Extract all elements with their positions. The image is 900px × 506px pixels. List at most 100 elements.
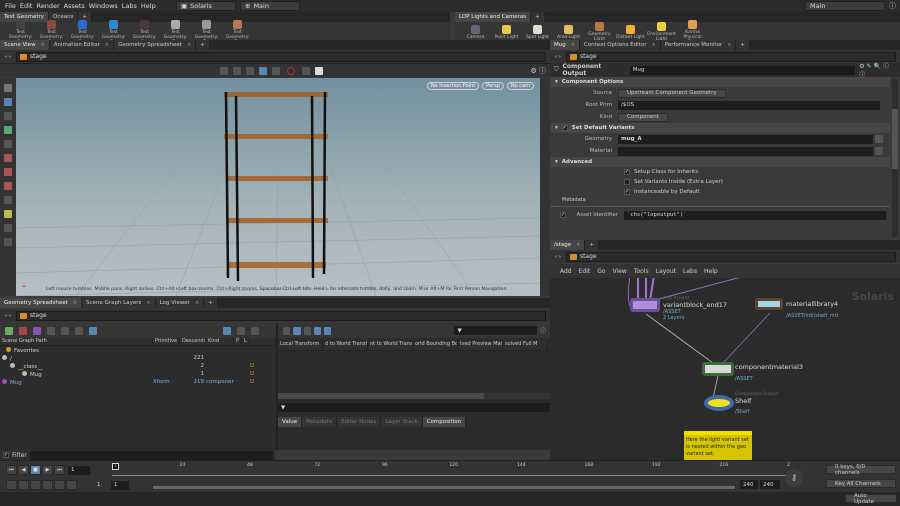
activate-icon[interactable]: ⏻: [250, 371, 254, 378]
network-menu-item[interactable]: Go: [597, 268, 605, 275]
context-select[interactable]: ⊕ Main: [240, 1, 300, 11]
details-tab[interactable]: Layer Stack: [381, 417, 423, 427]
details-tab[interactable]: Value: [278, 417, 303, 427]
network-menu-item[interactable]: Help: [704, 268, 718, 275]
go-start-icon[interactable]: ⏮: [6, 465, 17, 475]
tab-scene-graph-layers[interactable]: Scene Graph Layers ×: [82, 298, 156, 308]
help-icon[interactable]: ⓘ: [540, 326, 546, 335]
tab-geometry-spreadsheet[interactable]: Geometry Spreadsheet ×: [114, 40, 197, 50]
shelf-tool[interactable]: Geometry Light: [584, 22, 615, 42]
close-icon[interactable]: ×: [571, 42, 575, 48]
list-icon[interactable]: [313, 326, 322, 335]
snapshot-icon[interactable]: [315, 66, 323, 75]
details-filter-input[interactable]: ▼: [454, 326, 538, 335]
col-path[interactable]: Scene Graph Path: [0, 338, 153, 345]
stop-icon[interactable]: ■: [30, 465, 41, 475]
tool-icon[interactable]: [4, 210, 12, 218]
network-menu-item[interactable]: Layout: [656, 268, 676, 275]
details-column[interactable]: lved Preview Mat: [458, 341, 503, 350]
add-shelf-tab-icon[interactable]: +: [531, 12, 545, 22]
transform-tool-icon[interactable]: [246, 66, 254, 75]
details-tab[interactable]: Editor Nodes: [337, 417, 382, 427]
add-tab-icon[interactable]: +: [585, 240, 599, 250]
help-icon[interactable]: [251, 326, 259, 335]
details-column[interactable]: nt to World Trans: [368, 341, 413, 350]
variants-inside-checkbox[interactable]: [624, 179, 630, 185]
info-icon[interactable]: [61, 326, 69, 335]
col-descendants[interactable]: Descenda: [180, 338, 206, 345]
network-editor[interactable]: Solaris Add Variant variantblock_end17/AS…: [550, 278, 900, 460]
start-frame-input[interactable]: 1: [94, 480, 110, 490]
menu-windows[interactable]: Windows: [87, 2, 120, 10]
sliders-icon[interactable]: [47, 326, 55, 335]
menu-render[interactable]: Render: [34, 2, 61, 10]
lock-icon[interactable]: [4, 98, 12, 106]
tab-geometry-spreadsheet[interactable]: Geometry Spreadsheet ×: [0, 298, 83, 308]
shading-icon[interactable]: [259, 66, 267, 75]
auto-update-menu[interactable]: Auto Update: [845, 493, 897, 505]
back-icon[interactable]: ◂ ▸: [554, 53, 562, 60]
details-tab[interactable]: Metadata: [302, 417, 338, 427]
col-l[interactable]: L: [242, 338, 250, 345]
col-p[interactable]: P: [234, 338, 242, 345]
node-name-input[interactable]: Mug: [629, 65, 856, 75]
key-icon[interactable]: ⚷: [785, 469, 803, 487]
camera-menu[interactable]: No cam: [506, 82, 534, 90]
range-slider[interactable]: [153, 486, 735, 489]
add-tab-icon[interactable]: +: [196, 40, 210, 50]
grid-icon[interactable]: [324, 326, 332, 335]
chevron-down-icon[interactable]: [875, 147, 883, 155]
details-column[interactable]: orld Bounding Bo: [413, 341, 458, 350]
tab-mug[interactable]: Mug ×: [550, 40, 580, 50]
close-icon[interactable]: ×: [146, 300, 150, 306]
tool-icon[interactable]: [4, 126, 12, 134]
tool-icon[interactable]: [33, 326, 41, 335]
tree-row[interactable]: Favorites: [0, 346, 276, 354]
close-icon[interactable]: ×: [105, 42, 109, 48]
pin-icon[interactable]: [223, 326, 231, 335]
right-context-select[interactable]: Main: [805, 1, 885, 11]
network-menu-item[interactable]: Add: [560, 268, 572, 275]
go-end-icon[interactable]: ⏭: [54, 465, 65, 475]
tool-icon[interactable]: [4, 196, 12, 204]
close-icon[interactable]: ×: [576, 242, 580, 248]
gear-icon[interactable]: ⚙ ⓘ: [530, 66, 546, 76]
shelf-tool[interactable]: Spot Light: [522, 24, 553, 40]
menu-assets[interactable]: Assets: [62, 2, 87, 10]
network-menu-item[interactable]: View: [613, 268, 627, 275]
details-tab[interactable]: Composition: [422, 417, 467, 427]
menu-edit[interactable]: Edit: [18, 2, 35, 10]
desktop-select[interactable]: ▣ Solaris: [176, 1, 236, 11]
tab-log-viewer[interactable]: Log Viewer ×: [155, 298, 205, 308]
section-advanced[interactable]: ▾ Advanced: [550, 157, 890, 167]
key-all-channels-menu[interactable]: Key All Channels: [826, 479, 896, 488]
insertion-point-menu[interactable]: No Insertion Point: [426, 82, 480, 90]
node-componentmaterial[interactable]: [702, 362, 734, 376]
filter-input[interactable]: [29, 450, 273, 460]
tool-icon[interactable]: [66, 480, 77, 490]
end-frame-input[interactable]: 240: [740, 480, 758, 489]
network-menu-item[interactable]: Labs: [683, 268, 697, 275]
filter-checkbox[interactable]: ✓: [3, 452, 9, 458]
tool-icon[interactable]: [54, 480, 65, 490]
close-icon[interactable]: ×: [651, 42, 655, 48]
network-menu-item[interactable]: Edit: [579, 268, 591, 275]
details-column[interactable]: solved Full M: [503, 341, 548, 350]
path-field[interactable]: stage: [565, 251, 896, 262]
setup-class-checkbox[interactable]: ✓: [624, 169, 630, 175]
back-icon[interactable]: ◂ ▸: [4, 312, 12, 319]
frame-input[interactable]: 1: [68, 465, 90, 475]
tab-stage[interactable]: /stage ×: [550, 240, 586, 250]
tool-icon[interactable]: [6, 480, 17, 490]
persp-menu[interactable]: Persp: [482, 82, 504, 90]
path-field[interactable]: stage: [15, 310, 546, 321]
close-icon[interactable]: ×: [187, 42, 191, 48]
tree-row[interactable]: Mug Xform 219component ⏻: [0, 378, 276, 386]
play-back-icon[interactable]: ◀: [18, 465, 29, 475]
section-default-variants[interactable]: ▾ ✓ Set Default Variants: [550, 123, 890, 133]
display-icon[interactable]: [272, 66, 280, 75]
section-component-options[interactable]: ▾ Component Options: [550, 77, 890, 87]
search-icon[interactable]: [75, 326, 83, 335]
select-icon[interactable]: [4, 84, 12, 92]
close-icon[interactable]: ×: [41, 42, 45, 48]
